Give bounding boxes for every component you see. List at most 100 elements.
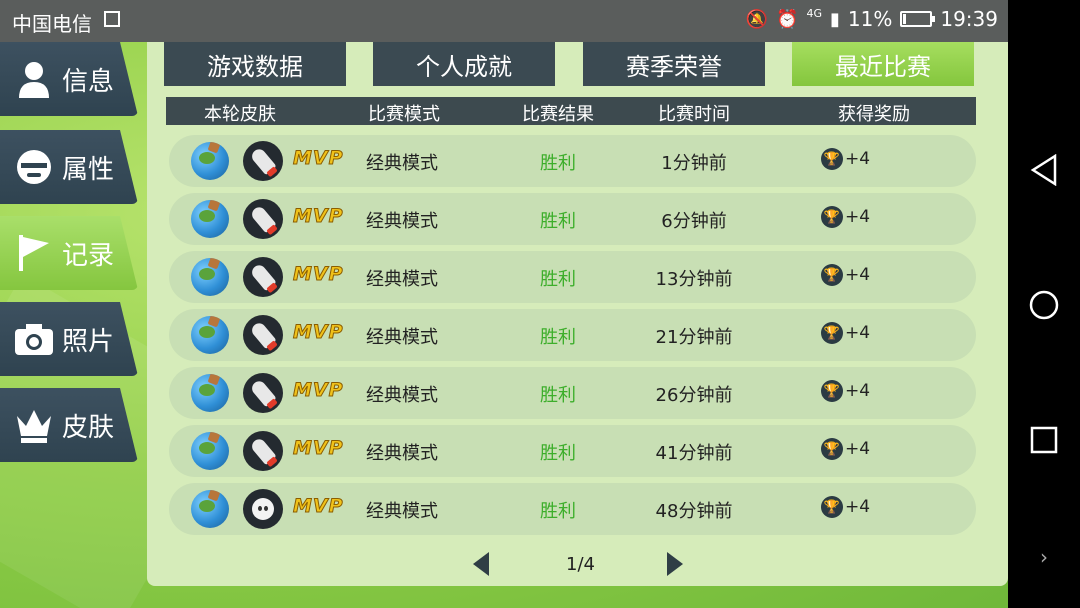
battery-icon [900,11,936,27]
camera-icon [10,315,58,363]
signal-icon: 4G [806,6,822,20]
side-menu-item[interactable]: 记录 [0,216,138,290]
trophy-icon: 🏆 [821,380,843,402]
side-menu-item[interactable]: 照片 [0,302,138,376]
tab[interactable]: 赛季荣誉 [583,42,765,86]
match-reward: 🏆 +4 [821,148,870,170]
table-row[interactable]: MVP 经典模式 胜利 48分钟前 🏆 +4 [169,483,976,535]
mvp-badge: MVP [293,379,344,402]
table-row[interactable]: MVP 经典模式 胜利 13分钟前 🏆 +4 [169,251,976,303]
trophy-icon: 🏆 [821,206,843,228]
reward-value: +4 [845,149,871,169]
match-reward: 🏆 +4 [821,496,870,518]
rocket-icon [243,141,283,181]
match-mode: 经典模式 [366,327,438,348]
match-mode: 经典模式 [366,211,438,232]
match-result: 胜利 [540,385,576,406]
expand-button[interactable]: › [1008,545,1080,569]
match-result: 胜利 [540,153,576,174]
reward-value: +4 [845,439,871,459]
battery-percent: 11% [847,7,893,31]
match-result: 胜利 [540,327,576,348]
side-menu-label: 信息 [62,66,115,97]
back-icon [1030,154,1057,186]
rocket-icon [243,431,283,471]
mvp-badge: MVP [293,321,344,344]
match-mode: 经典模式 [366,501,438,522]
table-row[interactable]: MVP 经典模式 胜利 21分钟前 🏆 +4 [169,309,976,361]
match-time: 13分钟前 [655,269,733,290]
trophy-icon: 🏆 [821,496,843,518]
side-menu-item[interactable]: 信息 [0,42,138,116]
tab[interactable]: 游戏数据 [164,42,346,86]
planet-skin-icon [191,374,229,412]
match-time: 6分钟前 [661,211,727,232]
chevron-right-icon: › [1040,545,1048,569]
navigation-bar: › [1008,0,1080,608]
side-menu-label: 皮肤 [62,412,115,443]
side-menu-label: 属性 [62,154,115,185]
rocket-icon [243,373,283,413]
reward-value: +4 [845,381,871,401]
status-icons: 🔕 ⏰ 4G ▮ 11% 19:39 [745,6,998,32]
mvp-badge: MVP [293,495,344,518]
face-icon [10,143,58,191]
planet-skin-icon [191,316,229,354]
rocket-icon [243,199,283,239]
pagination: 1/4 [147,550,1008,580]
side-menu-item[interactable]: 皮肤 [0,388,138,462]
table-row[interactable]: MVP 经典模式 胜利 26分钟前 🏆 +4 [169,367,976,419]
mvp-badge: MVP [293,147,344,170]
home-icon [1029,290,1059,320]
table-row[interactable]: MVP 经典模式 胜利 1分钟前 🏆 +4 [169,135,976,187]
planet-skin-icon [191,432,229,470]
table-row[interactable]: MVP 经典模式 胜利 6分钟前 🏆 +4 [169,193,976,245]
mvp-badge: MVP [293,437,344,460]
header-skin: 本轮皮肤 [204,104,276,125]
match-result: 胜利 [540,269,576,290]
match-reward: 🏆 +4 [821,438,870,460]
planet-skin-icon [191,142,229,180]
match-time: 26分钟前 [655,385,733,406]
match-mode: 经典模式 [366,269,438,290]
header-reward: 获得奖励 [838,104,910,125]
back-button[interactable] [1008,150,1080,190]
tab[interactable]: 个人成就 [373,42,555,86]
reward-value: +4 [845,207,871,227]
recents-icon [1030,426,1058,454]
header-result: 比赛结果 [522,104,594,125]
match-time: 1分钟前 [661,153,727,174]
clock: 19:39 [940,7,998,31]
match-reward: 🏆 +4 [821,322,870,344]
reward-value: +4 [845,265,871,285]
match-result: 胜利 [540,443,576,464]
side-menu-label: 照片 [62,326,115,357]
match-mode: 经典模式 [366,443,438,464]
rocket-icon [243,315,283,355]
carrier-name: 中国电信 [12,12,92,36]
match-reward: 🏆 +4 [821,264,870,286]
planet-skin-icon [191,490,229,528]
match-time: 48分钟前 [655,501,733,522]
table-row[interactable]: MVP 经典模式 胜利 41分钟前 🏆 +4 [169,425,976,477]
mute-icon: 🔕 [745,8,769,30]
status-bar: 中国电信 🔕 ⏰ 4G ▮ 11% 19:39 [0,0,1008,42]
trophy-icon: 🏆 [821,438,843,460]
prev-page-icon[interactable] [473,552,489,576]
table-header: 本轮皮肤 比赛模式 比赛结果 比赛时间 获得奖励 [166,97,976,125]
header-time: 比赛时间 [658,104,730,125]
match-mode: 经典模式 [366,153,438,174]
recents-button[interactable] [1008,420,1080,460]
next-page-icon[interactable] [667,552,683,576]
match-time: 41分钟前 [655,443,733,464]
tab[interactable]: 最近比赛 [792,42,974,86]
game-screen: 信息属性记录照片皮肤 游戏数据 个人成就 赛季荣誉 最近比赛 本轮皮肤 比赛模式 比赛… [0,42,1008,608]
planet-skin-icon [191,200,229,238]
rocket-icon [243,257,283,297]
ghost-icon [243,489,283,529]
side-menu-label: 记录 [62,240,115,271]
match-reward: 🏆 +4 [821,380,870,402]
reward-value: +4 [845,323,871,343]
home-button[interactable] [1008,285,1080,325]
side-menu-item[interactable]: 属性 [0,130,138,204]
